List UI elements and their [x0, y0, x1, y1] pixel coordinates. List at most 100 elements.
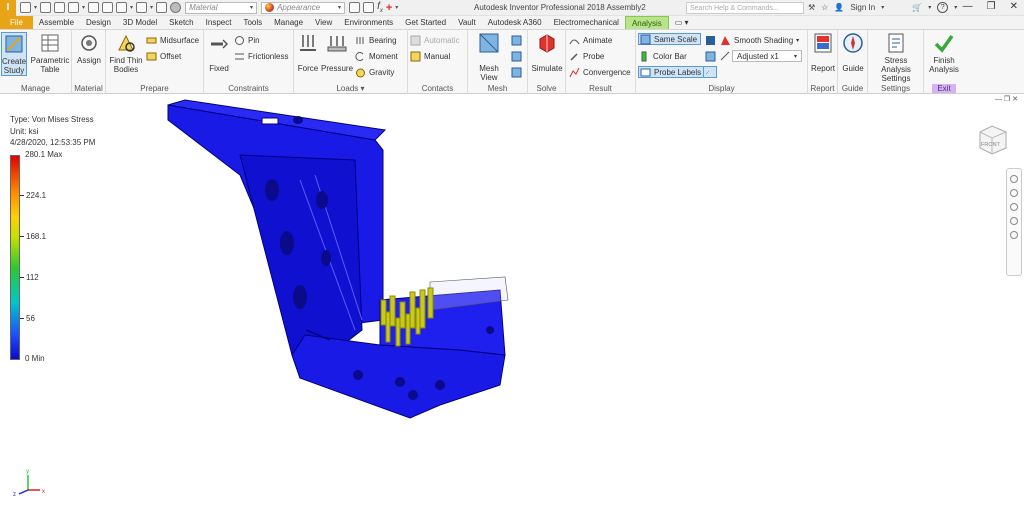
help-dropdown-icon[interactable]: ▾ [954, 4, 957, 11]
convergence-settings-button[interactable] [511, 66, 525, 78]
tab-analysis[interactable]: Analysis [624, 16, 669, 29]
create-study-button[interactable]: Create Study [1, 32, 27, 76]
select-icon[interactable] [136, 2, 148, 13]
boundary-conditions-button[interactable] [705, 50, 719, 62]
appearance-dropdown[interactable]: Appearance ▾ [261, 1, 346, 14]
mesh-view-button[interactable]: Mesh View [470, 32, 508, 82]
displacement-icon-button[interactable] [720, 50, 734, 62]
close-icon[interactable]: ✕ [1010, 1, 1018, 12]
manual-contacts-button[interactable]: Manual [410, 50, 450, 62]
tab-sketch[interactable]: Sketch [163, 16, 199, 29]
offset-button[interactable]: Offset [146, 50, 181, 62]
color-bar-button[interactable]: Color Bar [639, 50, 687, 62]
viewport-window-controls[interactable]: — ❐ ✕ [995, 95, 1018, 103]
gravity-button[interactable]: Gravity [355, 66, 394, 78]
tab-view[interactable]: View [309, 16, 338, 29]
assign-button[interactable]: Assign [75, 32, 103, 65]
undo-icon[interactable] [68, 2, 80, 13]
tab-assemble[interactable]: Assemble [33, 16, 80, 29]
favorite-star-icon[interactable]: ☆ [821, 3, 828, 12]
tab-environments[interactable]: Environments [338, 16, 399, 29]
tab-3d-model[interactable]: 3D Model [117, 16, 163, 29]
fixed-constraint-button[interactable]: Fixed [206, 32, 232, 73]
animate-label: Animate [583, 35, 613, 45]
find-thin-bodies-button[interactable]: Find Thin Bodies [108, 32, 144, 74]
bearing-button[interactable]: Bearing [355, 34, 397, 46]
user-icon[interactable]: 👤 [834, 3, 844, 12]
pin-constraint-button[interactable]: Pin [234, 34, 260, 46]
tab-autodesk-a360[interactable]: Autodesk A360 [482, 16, 548, 29]
select-dropdown-icon[interactable]: ▾ [150, 4, 153, 11]
panel-label-loads[interactable]: Loads ▾ [294, 84, 407, 93]
guide-button[interactable]: Guide [840, 32, 866, 73]
model-canvas[interactable]: y x z [0, 95, 1024, 518]
stress-analysis-settings-button[interactable]: Stress Analysis Settings [869, 32, 923, 83]
tab-manage[interactable]: Manage [268, 16, 309, 29]
automatic-contacts-button[interactable]: Automatic [410, 34, 460, 46]
add-plus-icon[interactable]: + [386, 2, 392, 14]
parametric-table-button[interactable]: Parametric Table [30, 32, 70, 74]
ribbon-options-icon[interactable]: ▭ ▾ [669, 16, 695, 29]
viewcube[interactable]: FRONT [974, 122, 1010, 158]
help-search-input[interactable]: Search Help & Commands... [686, 2, 804, 14]
mesh-settings-button[interactable] [511, 34, 525, 46]
inventor-logo-icon[interactable]: I [0, 0, 16, 16]
customize-dropdown-icon[interactable]: ▾ [395, 4, 398, 11]
pan-icon[interactable] [1010, 189, 1018, 197]
look-at-icon[interactable] [1010, 231, 1018, 239]
tab-vault[interactable]: Vault [452, 16, 482, 29]
undo-dropdown-icon[interactable]: ▾ [82, 4, 85, 11]
zoom-icon[interactable] [1010, 203, 1018, 211]
probe-labels-toggle[interactable]: Probe Labels [638, 66, 706, 78]
return-icon[interactable] [116, 2, 128, 13]
sign-in-link[interactable]: Sign In [850, 3, 875, 12]
new-dropdown-icon[interactable]: ▾ [34, 4, 37, 11]
tab-file[interactable]: File [0, 16, 33, 29]
convergence-plot-button[interactable]: Convergence [569, 66, 631, 78]
result-type-button[interactable] [705, 34, 719, 46]
stress-result-model[interactable] [167, 99, 509, 419]
new-file-icon[interactable] [20, 2, 31, 13]
edge-display-toggle[interactable] [703, 66, 717, 78]
tab-tools[interactable]: Tools [237, 16, 268, 29]
pressure-button[interactable]: Pressure [321, 32, 353, 73]
tab-inspect[interactable]: Inspect [200, 16, 238, 29]
displacement-scale-select[interactable]: Adjusted x1 ▾ [732, 50, 802, 62]
return-dropdown-icon[interactable]: ▾ [130, 4, 133, 11]
redo-icon[interactable] [88, 2, 100, 13]
help-icon[interactable]: ? [937, 2, 949, 13]
tab-get-started[interactable]: Get Started [399, 16, 452, 29]
tab-design[interactable]: Design [80, 16, 117, 29]
cart-icon[interactable]: 🛒 [912, 3, 922, 12]
midsurface-button[interactable]: Midsurface [146, 34, 199, 46]
animate-button[interactable]: Animate [569, 34, 612, 46]
update-icon[interactable] [156, 2, 168, 13]
frictionless-constraint-button[interactable]: Frictionless [234, 50, 288, 62]
open-icon[interactable] [40, 2, 52, 13]
graphics-viewport[interactable]: y x z Type: Von Mises Stress Unit: ksi 4… [0, 95, 1024, 518]
clear-appearance-icon[interactable] [349, 2, 361, 13]
loads-label-text: Loads [336, 84, 359, 93]
same-scale-toggle[interactable]: Same Scale [638, 33, 702, 45]
moment-button[interactable]: Moment [355, 50, 398, 62]
finish-analysis-button[interactable]: Finish Analysis [926, 32, 962, 74]
home-icon[interactable] [102, 2, 114, 13]
cart-dropdown-icon[interactable]: ▾ [928, 4, 931, 11]
tools-icon[interactable]: ⚒ [808, 3, 815, 12]
report-button[interactable]: Report [810, 32, 836, 73]
smooth-shading-dropdown[interactable]: Smooth Shading ▾ [720, 34, 799, 46]
probe-button[interactable]: Probe [569, 50, 604, 62]
save-icon[interactable] [54, 2, 66, 13]
material-dropdown[interactable]: Material ▾ [185, 1, 258, 14]
parameters-fx-icon[interactable]: fx [377, 1, 383, 14]
minimize-icon[interactable]: — [963, 1, 973, 12]
simulate-button[interactable]: Simulate [530, 32, 564, 73]
local-mesh-button[interactable] [511, 50, 525, 62]
tab-electromechanical[interactable]: Electromechanical [548, 16, 625, 29]
force-button[interactable]: Force [296, 32, 320, 73]
restore-icon[interactable]: ❐ [987, 1, 996, 12]
sign-in-dropdown-icon[interactable]: ▾ [881, 4, 884, 11]
orbit-icon[interactable] [1010, 217, 1018, 225]
steering-wheel-icon[interactable] [1010, 175, 1018, 183]
adjust-icon[interactable] [363, 2, 375, 13]
